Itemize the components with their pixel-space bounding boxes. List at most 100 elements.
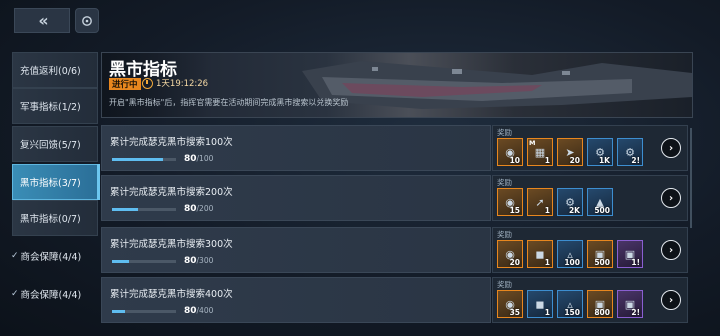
go-button[interactable]: › — [661, 138, 681, 158]
reward-count: 2K — [568, 206, 580, 215]
spaceship-illustration — [302, 61, 692, 109]
reward-count: 500 — [594, 206, 610, 215]
reward-count: 15 — [509, 206, 520, 215]
progress-bar — [112, 310, 176, 313]
reward-count: 2! — [631, 156, 640, 165]
sidebar-item-military[interactable]: 军事指标(1/2) — [12, 88, 98, 124]
chevron-right-icon: › — [668, 294, 674, 306]
check-icon: ✓ — [11, 289, 19, 299]
reward-item[interactable]: ▣ 2! — [617, 290, 643, 318]
reward-item[interactable]: ▣ 500 — [587, 240, 613, 268]
reward-list: ◉ 35 ◼ 1 ▵ 150 ▣ 800 ▣ 2! — [497, 290, 643, 318]
reward-item[interactable]: ◼ 1 — [527, 290, 553, 318]
progress-text: 80/400 — [184, 306, 213, 316]
countdown-timer: 1天19:12:26 — [142, 77, 208, 89]
progress-total: /100 — [196, 154, 214, 163]
task-info: 累计完成瑟克黑市搜索400次 80/400 — [101, 277, 491, 323]
task-row: 累计完成瑟克黑市搜索100次 80/100 奖励 ◉ 10 M ▦ 1 ➤ 20… — [101, 125, 691, 171]
sidebar-item-label: 黑市指标(0/7) — [20, 214, 81, 225]
sidebar-item-label: 黑市指标(3/7) — [20, 178, 81, 189]
progress-bar — [112, 208, 176, 211]
chevron-double-left-icon: ‹‹ — [38, 11, 48, 30]
reward-label: 奖励 — [497, 230, 512, 239]
refresh-icon — [82, 15, 92, 26]
sidebar-item-label: 复兴回馈(5/7) — [20, 140, 81, 151]
reward-count: 1 — [544, 156, 550, 165]
reward-count: 35 — [509, 308, 520, 317]
reward-item[interactable]: ➤ 20 — [557, 138, 583, 166]
task-title: 累计完成瑟克黑市搜索200次 — [110, 187, 233, 198]
go-button[interactable]: › — [661, 188, 681, 208]
reward-count: 1K — [598, 156, 610, 165]
sidebar-item-guild-1[interactable]: ✓ 商会保障(4/4) — [4, 238, 98, 274]
reward-item[interactable]: M ▦ 1 — [527, 138, 553, 166]
progress-text: 80/100 — [184, 154, 213, 164]
sidebar-item-blackmarket[interactable]: 黑市指标(0/7) — [12, 200, 98, 236]
go-button[interactable]: › — [661, 290, 681, 310]
reward-count: 500 — [594, 258, 610, 267]
reward-item[interactable]: ◉ 15 — [497, 188, 523, 216]
task-title: 累计完成瑟克黑市搜索100次 — [110, 137, 233, 148]
armor-icon: ◼ — [535, 297, 545, 311]
reward-count: 10 — [509, 156, 520, 165]
reward-item[interactable]: ⚙ 2K — [557, 188, 583, 216]
sidebar-item-label: 充值返利(0/6) — [20, 66, 81, 77]
task-info: 累计完成瑟克黑市搜索300次 80/300 — [101, 227, 491, 273]
scrollbar[interactable] — [690, 128, 692, 228]
progress-current: 80 — [184, 306, 197, 316]
reward-count: 150 — [564, 308, 580, 317]
reward-count: 1 — [544, 258, 550, 267]
reward-tag: M — [529, 139, 536, 147]
reward-item[interactable]: ▵ 150 — [557, 290, 583, 318]
armor-icon: ◼ — [535, 247, 545, 261]
chevron-right-icon: › — [668, 192, 674, 204]
reward-item[interactable]: ⚙ 1K — [587, 138, 613, 166]
reward-item[interactable]: ◉ 10 — [497, 138, 523, 166]
go-button[interactable]: › — [661, 240, 681, 260]
status-badge: 进行中 — [109, 78, 141, 90]
task-info: 累计完成瑟克黑市搜索100次 80/100 — [101, 125, 491, 171]
reward-label: 奖励 — [497, 178, 512, 187]
progress-bar — [112, 158, 176, 161]
reward-count: 1! — [631, 258, 640, 267]
sidebar-item-blackmarket-active[interactable]: 黑市指标(3/7) — [12, 164, 98, 200]
progress-fill — [112, 208, 138, 211]
reward-list: ◉ 20 ◼ 1 ▵ 100 ▣ 500 ▣ 1! — [497, 240, 643, 268]
event-banner: 黑市指标 进行中 1天19:12:26 开启"黑市指标"后，指挥官需要在活动期间… — [101, 52, 693, 118]
reward-item[interactable]: ▵ 100 — [557, 240, 583, 268]
sidebar-item-guild-2[interactable]: ✓ 商会保障(4/4) — [4, 276, 98, 312]
sidebar-item-label: 军事指标(1/2) — [20, 102, 81, 113]
reward-label: 奖励 — [497, 128, 512, 137]
reward-item[interactable]: ◉ 20 — [497, 240, 523, 268]
task-title: 累计完成瑟克黑市搜索400次 — [110, 289, 233, 300]
task-info: 累计完成瑟克黑市搜索200次 80/200 — [101, 175, 491, 221]
sidebar-item-recharge[interactable]: 充值返利(0/6) — [12, 52, 98, 88]
check-icon: ✓ — [11, 251, 19, 261]
missile-icon: ➚ — [535, 195, 545, 209]
refresh-button[interactable] — [75, 8, 99, 33]
reward-panel: 奖励 ◉ 35 ◼ 1 ▵ 150 ▣ 800 ▣ 2! › — [492, 277, 688, 323]
reward-count: 2! — [631, 308, 640, 317]
progress-current: 80 — [184, 154, 197, 164]
reward-count: 1 — [544, 308, 550, 317]
back-button[interactable]: ‹‹ — [14, 8, 70, 33]
sidebar-item-revival[interactable]: 复兴回馈(5/7) — [12, 126, 98, 162]
sidebar-item-label: 商会保障(4/4) — [20, 252, 82, 263]
progress-text: 80/300 — [184, 256, 213, 266]
reward-count: 20 — [509, 258, 520, 267]
reward-label: 奖励 — [497, 280, 512, 289]
reward-item[interactable]: ▣ 800 — [587, 290, 613, 318]
chevron-right-icon: › — [668, 142, 674, 154]
timer-text: 1天19:12:26 — [156, 79, 209, 89]
reward-count: 20 — [569, 156, 580, 165]
reward-item[interactable]: ▲ 500 — [587, 188, 613, 216]
reward-item[interactable]: ◉ 35 — [497, 290, 523, 318]
reward-item[interactable]: ⚙ 2! — [617, 138, 643, 166]
reward-panel: 奖励 ◉ 20 ◼ 1 ▵ 100 ▣ 500 ▣ 1! › — [492, 227, 688, 273]
reward-list: ◉ 15 ➚ 1 ⚙ 2K ▲ 500 — [497, 188, 613, 216]
reward-item[interactable]: ➚ 1 — [527, 188, 553, 216]
reward-item[interactable]: ◼ 1 — [527, 240, 553, 268]
progress-bar — [112, 260, 176, 263]
reward-item[interactable]: ▣ 1! — [617, 240, 643, 268]
banner-description: 开启"黑市指标"后，指挥官需要在活动期间完成黑市搜索以兑换奖励 — [109, 98, 349, 107]
